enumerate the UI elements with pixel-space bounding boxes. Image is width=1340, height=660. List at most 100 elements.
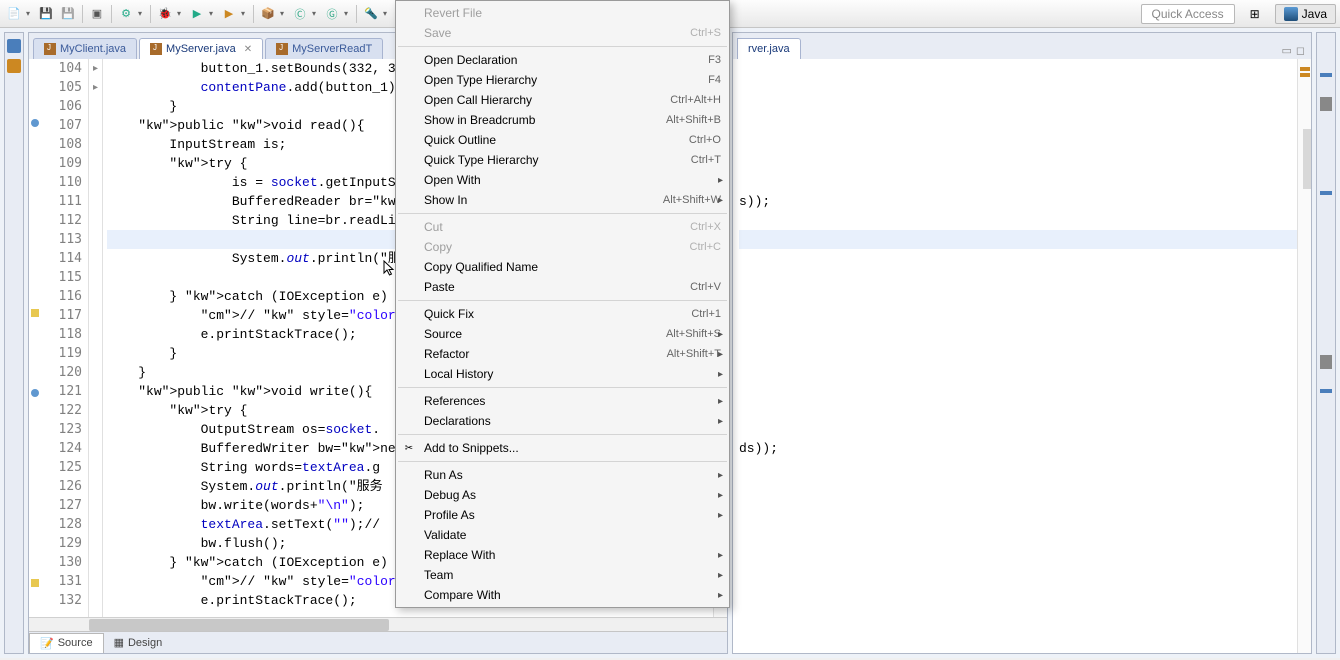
shortcut-label: Ctrl+C [690,241,721,253]
dropdown-icon[interactable]: ▾ [344,9,352,18]
separator [150,5,151,23]
dropdown-icon[interactable]: ▾ [383,9,391,18]
new-type-button[interactable]: Ⓖ [322,4,342,24]
menu-item-show-in[interactable]: Show InAlt+Shift+W [396,190,729,210]
menu-item-team[interactable]: Team [396,565,729,585]
marker[interactable] [1320,191,1332,195]
menu-item-declarations[interactable]: Declarations [396,411,729,431]
menu-item-label: Team [424,568,721,582]
dropdown-icon[interactable]: ▾ [241,9,249,18]
view-icon[interactable] [7,59,21,73]
coverage-button[interactable]: ▶ [219,4,239,24]
run-button[interactable]: ▶ [187,4,207,24]
new-class-button[interactable]: Ⓒ [290,4,310,24]
menu-item-label: Open Declaration [424,53,688,67]
dropdown-icon[interactable]: ▾ [26,9,34,18]
tab-myserver[interactable]: MyServer.java ✕ [139,38,263,59]
scrollbar-thumb[interactable] [89,619,389,631]
menu-item-run-as[interactable]: Run As [396,465,729,485]
menu-item-quick-type-hierarchy[interactable]: Quick Type HierarchyCtrl+T [396,150,729,170]
menu-item-add-to-snippets-[interactable]: ✂Add to Snippets... [396,438,729,458]
code-text[interactable]: s)); ds)); [733,59,1297,653]
marker[interactable] [1320,73,1332,77]
save-button[interactable]: 💾 [36,4,56,24]
toggle-button[interactable]: ▣ [87,4,107,24]
design-tab[interactable]: ▦ Design [104,633,173,652]
menu-item-references[interactable]: References [396,391,729,411]
open-perspective-button[interactable]: ⊞ [1241,4,1269,24]
dropdown-icon[interactable]: ▾ [280,9,288,18]
marker[interactable] [1320,389,1332,393]
maximize-icon[interactable]: ◻ [1296,44,1305,57]
menu-item-save: SaveCtrl+S [396,23,729,43]
code-area[interactable]: s)); ds)); [733,59,1311,653]
menu-item-open-type-hierarchy[interactable]: Open Type HierarchyF4 [396,70,729,90]
dropdown-icon[interactable]: ▾ [177,9,185,18]
menu-item-show-in-breadcrumb[interactable]: Show in BreadcrumbAlt+Shift+B [396,110,729,130]
menu-item-label: Open With [424,173,721,187]
warning-marker[interactable] [1300,67,1310,71]
dropdown-icon[interactable]: ▾ [209,9,217,18]
menu-item-profile-as[interactable]: Profile As [396,505,729,525]
tab-label: MyServerReadT [292,43,372,55]
menu-item-local-history[interactable]: Local History [396,364,729,384]
tab-label: MyClient.java [60,43,126,55]
menu-item-label: Quick Type Hierarchy [424,153,671,167]
dropdown-icon[interactable]: ▾ [312,9,320,18]
menu-item-open-with[interactable]: Open With [396,170,729,190]
menu-item-replace-with[interactable]: Replace With [396,545,729,565]
shortcut-label: Ctrl+V [690,281,721,293]
menu-item-copy-qualified-name[interactable]: Copy Qualified Name [396,257,729,277]
view-icon[interactable] [1320,355,1332,369]
tab-myserverreadt[interactable]: MyServerReadT [265,38,383,59]
separator [356,5,357,23]
mouse-cursor [383,260,397,278]
build-button[interactable]: ⚙ [116,4,136,24]
menu-item-open-declaration[interactable]: Open DeclarationF3 [396,50,729,70]
menu-item-compare-with[interactable]: Compare With [396,585,729,605]
menu-item-label: Refactor [424,347,647,361]
save-all-button[interactable]: 💾 [58,4,78,24]
overview-ruler[interactable] [1297,59,1311,653]
menu-item-quick-fix[interactable]: Quick FixCtrl+1 [396,304,729,324]
context-menu: Revert File SaveCtrl+S Open DeclarationF… [395,0,730,608]
horizontal-scrollbar[interactable] [29,617,727,631]
scrollbar-vert[interactable] [1303,129,1311,189]
menu-item-refactor[interactable]: RefactorAlt+Shift+T [396,344,729,364]
info-marker[interactable] [31,119,39,127]
close-icon[interactable]: ✕ [244,44,252,55]
source-tab[interactable]: 📝 Source [29,633,104,653]
info-marker[interactable] [31,389,39,397]
new-button[interactable]: 📄 [4,4,24,24]
view-icon[interactable] [7,39,21,53]
warning-marker[interactable] [31,309,39,317]
tab-label: Source [58,637,93,649]
menu-item-label: Add to Snippets... [424,441,721,455]
menu-item-label: Debug As [424,488,721,502]
menu-item-validate[interactable]: Validate [396,525,729,545]
tab-myclient[interactable]: MyClient.java [33,38,137,59]
menu-item-open-call-hierarchy[interactable]: Open Call HierarchyCtrl+Alt+H [396,90,729,110]
menu-item-quick-outline[interactable]: Quick OutlineCtrl+O [396,130,729,150]
warning-marker[interactable] [1300,73,1310,77]
menu-item-label: Show in Breadcrumb [424,113,646,127]
menu-separator [398,461,727,462]
warning-marker[interactable] [31,579,39,587]
debug-button[interactable]: 🐞 [155,4,175,24]
search-button[interactable]: 🔦 [361,4,381,24]
minimize-icon[interactable]: ▭ [1281,44,1291,57]
menu-item-paste[interactable]: PasteCtrl+V [396,277,729,297]
folding-bar[interactable]: ▸▸ [89,59,103,617]
menu-item-label: Save [424,26,670,40]
dropdown-icon[interactable]: ▾ [138,9,146,18]
menu-item-label: Open Type Hierarchy [424,73,688,87]
tab-label: MyServer.java [166,43,236,55]
tab-label: rver.java [748,43,790,55]
tab-rver[interactable]: rver.java [737,38,801,59]
menu-item-debug-as[interactable]: Debug As [396,485,729,505]
menu-item-source[interactable]: SourceAlt+Shift+S [396,324,729,344]
java-perspective-button[interactable]: Java [1275,4,1336,24]
new-package-button[interactable]: 📦 [258,4,278,24]
quick-access-input[interactable]: Quick Access [1141,4,1235,24]
view-icon[interactable] [1320,97,1332,111]
